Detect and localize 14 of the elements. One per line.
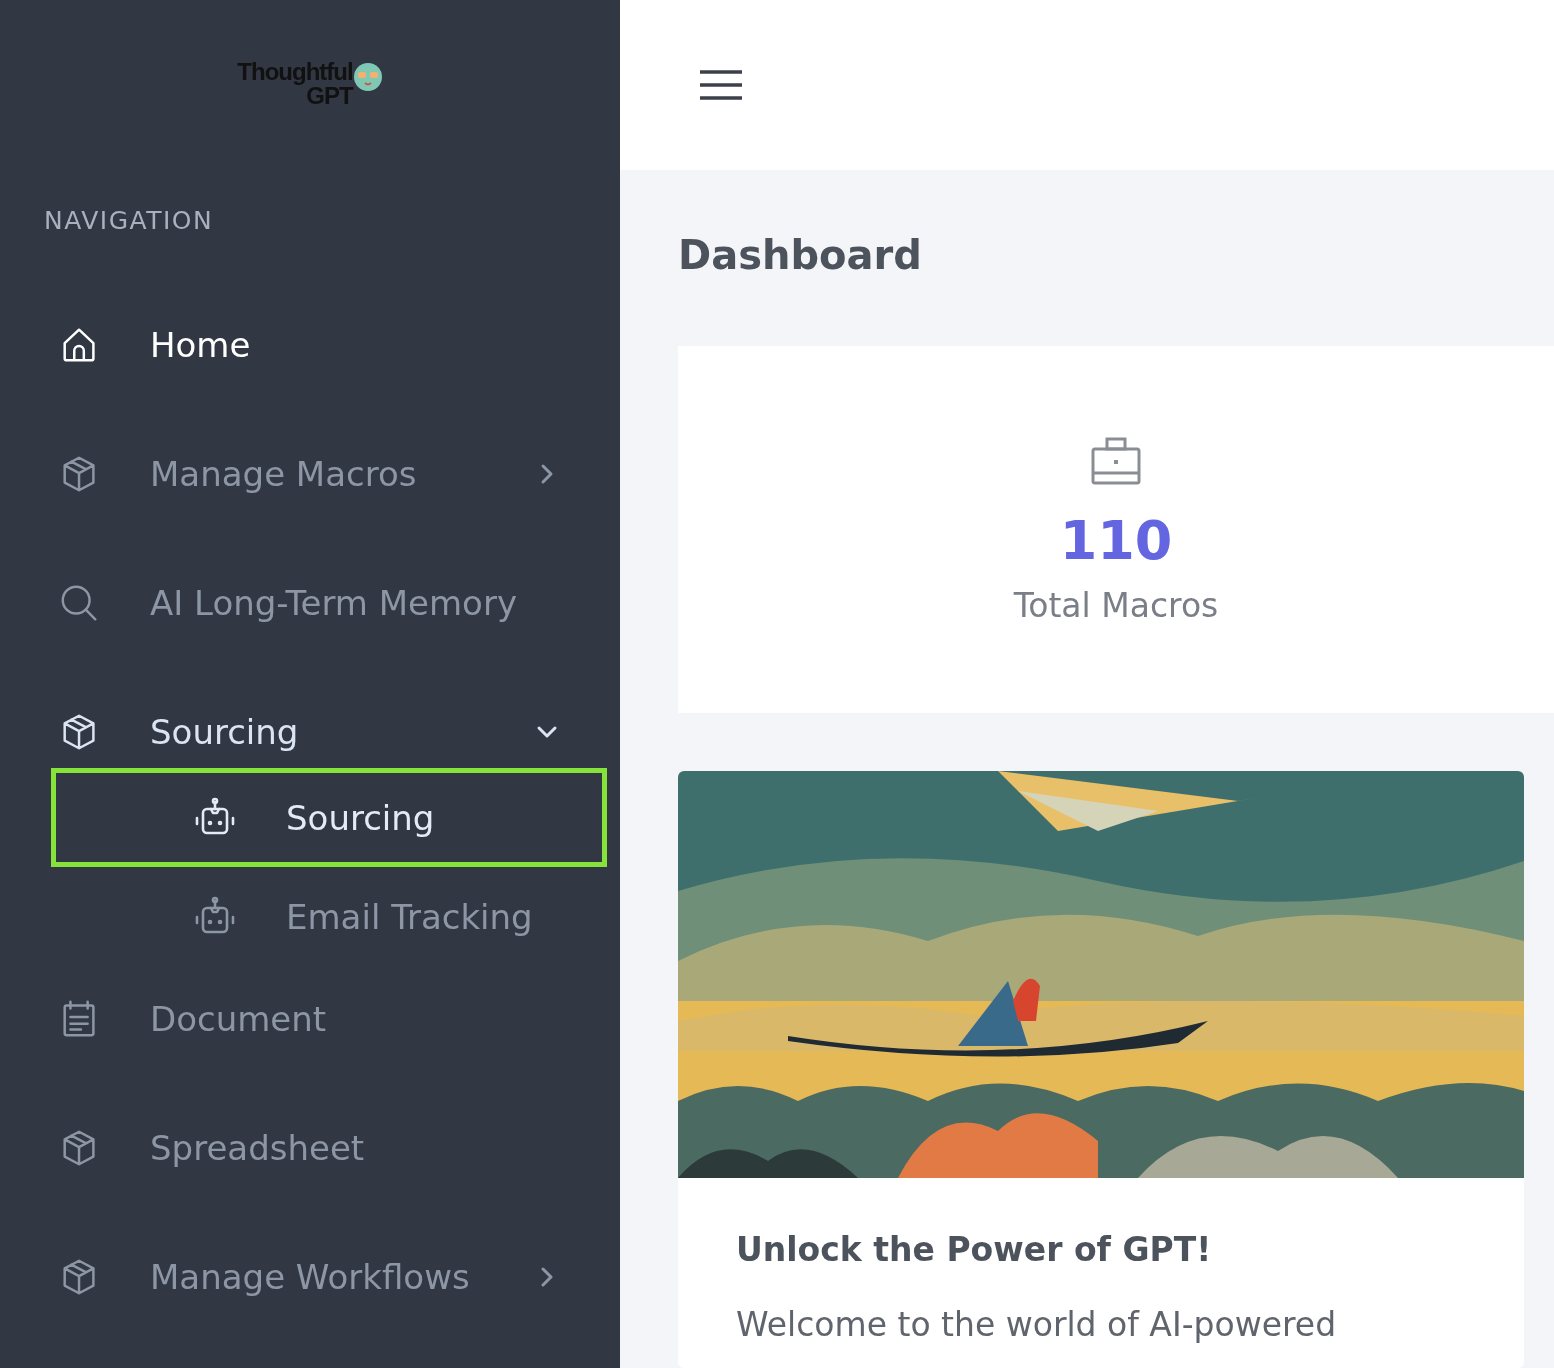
page-title: Dashboard [678,232,923,280]
nav-item[interactable]: AI Long-Term Memory [0,538,620,667]
card-title: Unlock the Power of GPT! [736,1230,1213,1269]
menu-icon[interactable] [698,68,744,102]
nav-item[interactable]: Spreadsheet [0,1083,620,1212]
stat-label: Total Macros [1013,585,1219,625]
nav-heading: NAVIGATION [44,206,215,237]
stat-value: 110 [1059,508,1173,572]
nav-item[interactable]: Home [0,280,620,409]
logo-icon [352,62,383,92]
card-text: Welcome to the world of AI-powered [736,1305,1338,1344]
nav-subitem[interactable]: Sourcing [51,768,607,867]
nav-item[interactable]: Manage Macros [0,409,620,538]
nav-item[interactable]: Manage Workflows [0,1212,620,1341]
